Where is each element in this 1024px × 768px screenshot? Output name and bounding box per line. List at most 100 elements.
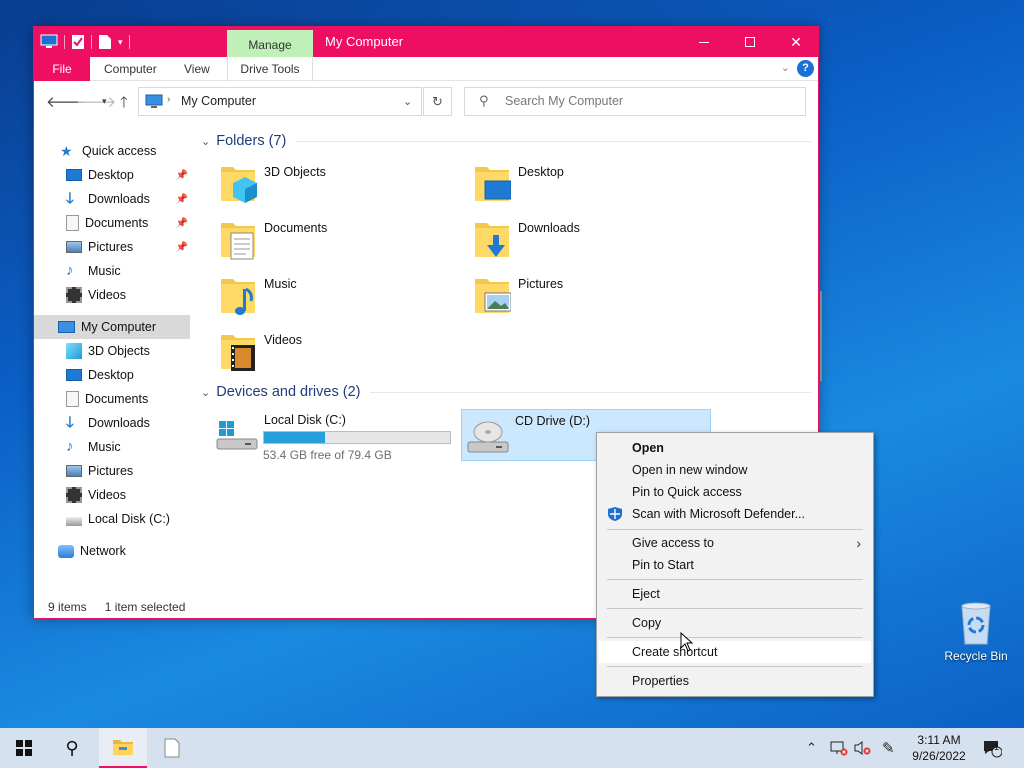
menu-pin-start[interactable]: Pin to Start: [599, 554, 871, 576]
folder-label: Music: [264, 277, 297, 291]
nav-quick-music[interactable]: ♪ Music: [34, 259, 190, 283]
menu-separator: [607, 579, 863, 580]
pin-icon[interactable]: 📌: [176, 218, 188, 229]
title-bar[interactable]: ▾ Manage My Computer ✕: [34, 27, 818, 57]
folder-music[interactable]: Music: [219, 273, 459, 323]
folder-documents[interactable]: Documents: [219, 217, 459, 267]
menu-open-new-window[interactable]: Open in new window: [599, 459, 871, 481]
new-file-icon[interactable]: [98, 34, 112, 50]
help-icon[interactable]: ?: [797, 60, 814, 77]
folder-pictures[interactable]: Pictures: [473, 273, 713, 323]
pin-icon[interactable]: 📌: [176, 194, 188, 205]
nav-quick-videos[interactable]: Videos: [34, 283, 190, 307]
taskbar-file-explorer[interactable]: [99, 728, 147, 768]
folders-group-header[interactable]: ⌄ Folders (7): [199, 133, 811, 149]
manage-tab[interactable]: Manage: [227, 30, 313, 57]
folder-videos[interactable]: Videos: [219, 329, 459, 379]
nav-desktop[interactable]: Desktop: [34, 363, 190, 387]
recycle-bin[interactable]: Recycle Bin: [940, 600, 1012, 663]
recycle-bin-label: Recycle Bin: [944, 649, 1008, 663]
search-input[interactable]: Search My Computer: [505, 94, 623, 108]
menu-create-shortcut[interactable]: Create shortcut: [599, 641, 871, 663]
nav-label: Pictures: [88, 240, 134, 254]
nav-label: Documents: [85, 216, 149, 230]
nav-downloads[interactable]: 🡓 Downloads: [34, 411, 190, 435]
drives-group-header[interactable]: ⌄ Devices and drives (2): [199, 384, 811, 400]
refresh-button[interactable]: ↻: [423, 87, 452, 116]
expand-ribbon-icon[interactable]: ⌄: [781, 61, 790, 74]
folder-3d-objects[interactable]: 3D Objects: [219, 161, 459, 211]
tab-computer[interactable]: Computer: [104, 57, 157, 81]
menu-separator: [607, 608, 863, 609]
speaker-muted-icon: [854, 741, 871, 755]
cd-drive-icon: [467, 421, 509, 453]
minimize-icon: [699, 41, 709, 43]
selected-count: 1 item selected: [104, 600, 186, 614]
menu-open[interactable]: Open: [599, 437, 871, 459]
volume-status[interactable]: [854, 728, 872, 768]
chevron-down-icon[interactable]: ▾: [118, 37, 123, 48]
taskbar: ⚲ ⌃ ✎ 3:11 AM 9/26/2022 1: [0, 728, 1024, 768]
action-center-button[interactable]: 1: [982, 728, 1002, 768]
search-box[interactable]: ⚲ Search My Computer: [464, 87, 806, 116]
search-button[interactable]: ⚲: [48, 728, 96, 768]
menu-pin-quick-access[interactable]: Pin to Quick access: [599, 481, 871, 503]
group-title: Folders (7): [216, 133, 287, 149]
refresh-icon: ↻: [432, 94, 443, 109]
nav-quick-access[interactable]: ★ Quick access: [34, 139, 190, 163]
taskbar-clock[interactable]: 3:11 AM 9/26/2022: [904, 732, 974, 764]
nav-documents[interactable]: Documents: [34, 387, 190, 411]
folder-desktop-icon: [475, 167, 511, 201]
pin-icon[interactable]: 📌: [176, 242, 188, 253]
nav-music[interactable]: ♪ Music: [34, 435, 190, 459]
drive-local-disk-c[interactable]: Local Disk (C:) 53.4 GB free of 79.4 GB: [211, 409, 461, 462]
nav-network[interactable]: Network: [34, 539, 190, 563]
folder-downloads[interactable]: Downloads: [473, 217, 713, 267]
maximize-button[interactable]: [727, 27, 773, 57]
menu-eject[interactable]: Eject: [599, 583, 871, 605]
menu-scan-defender[interactable]: Scan with Microsoft Defender...: [599, 503, 871, 525]
minimize-button[interactable]: [681, 27, 727, 57]
properties-icon[interactable]: [71, 34, 85, 50]
navigation-bar: 🡐 🡒 ▾ 🡑 › My Computer ⌄ ↻ ⚲ Search My Co…: [34, 81, 818, 121]
address-path: My Computer: [181, 94, 257, 108]
pen-workspace-button[interactable]: ✎: [882, 728, 895, 768]
nav-videos[interactable]: Videos: [34, 483, 190, 507]
address-bar[interactable]: › My Computer ⌄: [138, 87, 422, 116]
start-button[interactable]: [0, 728, 48, 768]
document-icon: [66, 391, 79, 407]
computer-icon: [145, 94, 163, 108]
nav-label: Downloads: [88, 192, 150, 206]
chevron-down-icon[interactable]: ⌄: [403, 95, 412, 108]
close-icon: ✕: [790, 33, 802, 50]
nav-3d-objects[interactable]: 3D Objects: [34, 339, 190, 363]
drive-label: Local Disk (C:): [264, 413, 346, 427]
nav-pictures[interactable]: Pictures: [34, 459, 190, 483]
nav-quick-documents[interactable]: Documents 📌: [34, 211, 190, 235]
tab-drive-tools[interactable]: Drive Tools: [227, 57, 313, 81]
scrollbar-thumb[interactable]: [820, 291, 822, 381]
forward-button[interactable]: 🡒: [76, 92, 116, 111]
up-button[interactable]: 🡑: [120, 92, 128, 117]
tab-view[interactable]: View: [184, 57, 210, 81]
nav-label: Desktop: [88, 168, 134, 182]
nav-quick-pictures[interactable]: Pictures 📌: [34, 235, 190, 259]
menu-properties[interactable]: Properties: [599, 670, 871, 692]
show-hidden-icons-button[interactable]: ⌃: [806, 728, 817, 768]
taskbar-notepad[interactable]: [148, 728, 196, 768]
drive-label: CD Drive (D:): [515, 414, 590, 428]
pin-icon[interactable]: 📌: [176, 170, 188, 181]
menu-give-access[interactable]: Give access to ›: [599, 532, 871, 554]
nav-quick-downloads[interactable]: 🡓 Downloads 📌: [34, 187, 190, 211]
tab-file[interactable]: File: [34, 57, 90, 81]
menu-copy[interactable]: Copy: [599, 612, 871, 634]
nav-my-computer[interactable]: My Computer: [34, 315, 190, 339]
pictures-icon: [66, 465, 82, 477]
network-status[interactable]: [830, 728, 848, 768]
nav-local-disk[interactable]: Local Disk (C:): [34, 507, 190, 531]
ribbon-tabs: File Computer View Drive Tools ⌄ ?: [34, 57, 818, 81]
folder-desktop[interactable]: Desktop: [473, 161, 713, 211]
nav-quick-desktop[interactable]: Desktop 📌: [34, 163, 190, 187]
close-button[interactable]: ✕: [773, 27, 819, 57]
recent-locations-icon[interactable]: ▾: [102, 96, 107, 107]
